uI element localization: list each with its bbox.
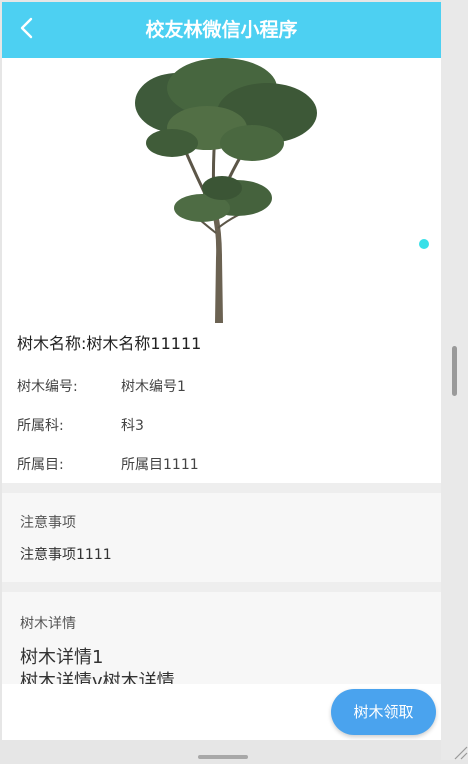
tree-number-label: 树木编号: xyxy=(17,379,78,395)
tree-image xyxy=(135,58,317,323)
home-indicator[interactable] xyxy=(198,755,248,759)
tree-family-value: 科3 xyxy=(121,418,144,434)
tree-order-value: 所属目1111 xyxy=(121,457,199,473)
tree-name-row: 树木名称:树木名称11111 xyxy=(17,333,201,355)
tree-number-row: 树木编号: 树木编号1 xyxy=(17,377,186,397)
details-title: 树木详情 xyxy=(20,616,76,632)
navbar: 校友林微信小程序 xyxy=(2,2,441,58)
tree-info-section: 树木名称:树木名称11111 树木编号: 树木编号1 所属科: 科3 所属目: 所属目… xyxy=(2,323,441,483)
notes-text: 注意事项1111 xyxy=(20,547,112,563)
app-screen: 校友林微信小程序 树木名称:树木名称11111 树木编号: 树木编号1 所属科:… xyxy=(2,2,441,740)
details-card: 树木详情 树木详情1 树木详情v树木详情 xyxy=(2,592,441,692)
tree-family-label: 所属科: xyxy=(17,418,64,434)
tree-number-value: 树木编号1 xyxy=(121,379,186,395)
tree-image-carousel[interactable] xyxy=(2,58,441,323)
notes-card: 注意事项 注意事项1111 xyxy=(2,493,441,582)
tree-order-row: 所属目: 所属目1111 xyxy=(17,455,199,475)
page-title: 校友林微信小程序 xyxy=(145,19,298,41)
notes-title: 注意事项 xyxy=(20,515,76,531)
carousel-indicator[interactable] xyxy=(419,239,429,249)
tree-family-row: 所属科: 科3 xyxy=(17,416,144,436)
tree-name-label: 树木名称: xyxy=(17,334,87,353)
tree-order-label: 所属目: xyxy=(17,457,64,473)
tree-name-value: 树木名称11111 xyxy=(86,334,202,353)
resize-grip-icon[interactable] xyxy=(452,744,468,760)
divider xyxy=(2,582,441,592)
divider xyxy=(2,483,441,493)
scrollbar-thumb[interactable] xyxy=(452,346,457,396)
claim-tree-button[interactable]: 树木领取 xyxy=(331,689,436,735)
details-line-1: 树木详情1 xyxy=(20,647,104,668)
